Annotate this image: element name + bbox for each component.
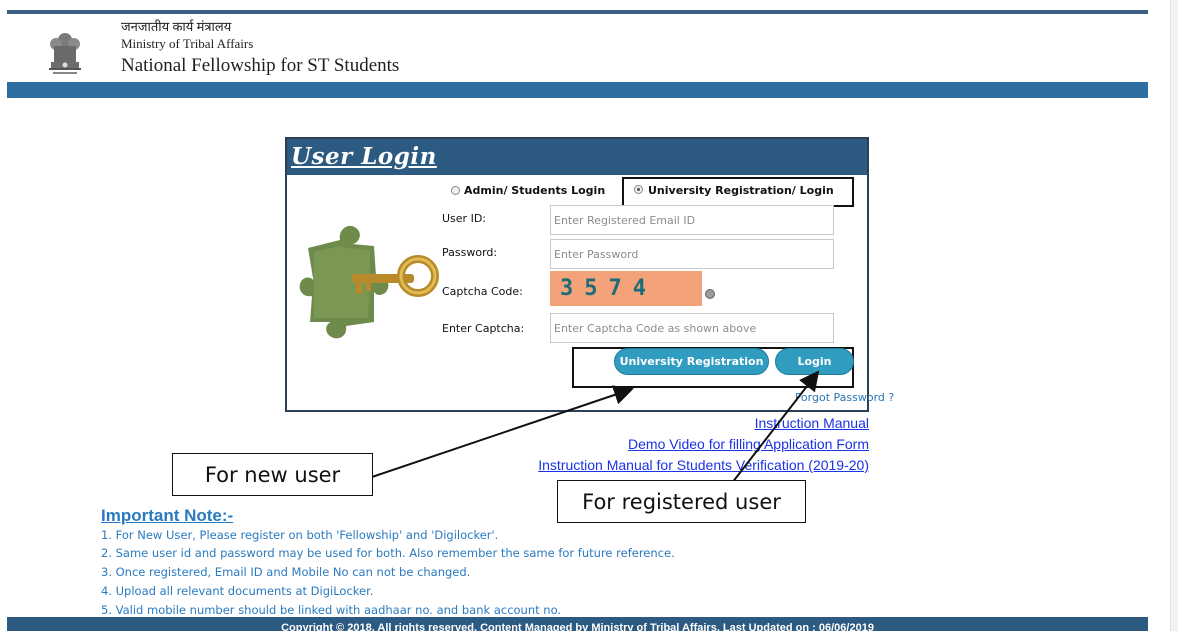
forgot-password-link[interactable]: Forgot Password ? — [795, 391, 894, 405]
new-user-callout: For new user — [172, 453, 373, 496]
password-input[interactable] — [550, 239, 834, 269]
registered-user-callout: For registered user — [557, 480, 806, 523]
login-button[interactable]: Login — [775, 348, 854, 375]
important-note-title: Important Note:- — [101, 506, 234, 525]
user-id-label: User ID: — [442, 212, 486, 225]
enter-captcha-label: Enter Captcha: — [442, 322, 525, 335]
radio-university-registration-label: University Registration/ Login — [648, 184, 834, 197]
portal-title: National Fellowship for ST Students — [121, 55, 400, 76]
national-emblem-icon — [45, 26, 85, 78]
puzzle-key-image — [290, 218, 440, 348]
radio-university-registration[interactable] — [634, 185, 643, 194]
user-id-input[interactable] — [550, 205, 834, 235]
note-item: 2. Same user id and password may be used… — [101, 546, 675, 560]
header-band — [7, 82, 1148, 98]
login-title: User Login — [291, 143, 437, 170]
note-item: 5. Valid mobile number should be linked … — [101, 603, 562, 617]
refresh-captcha-icon[interactable] — [705, 289, 715, 299]
university-registration-button[interactable]: University Registration — [614, 348, 769, 375]
password-label: Password: — [442, 246, 498, 259]
radio-admin-students-label: Admin/ Students Login — [464, 184, 606, 197]
scrollbar[interactable] — [1170, 0, 1178, 631]
captcha-input[interactable] — [550, 313, 834, 343]
radio-admin-students[interactable] — [451, 186, 460, 195]
captcha-code-label: Captcha Code: — [442, 285, 523, 298]
demo-video-link[interactable]: Demo Video for filling Application Form — [628, 436, 869, 452]
top-divider — [7, 10, 1148, 14]
ministry-hindi-title: जनजातीय कार्य मंत्रालय — [121, 19, 232, 34]
students-verification-manual-link[interactable]: Instruction Manual for Students Verifica… — [538, 457, 869, 473]
instruction-manual-link[interactable]: Instruction Manual — [755, 415, 869, 431]
ministry-name: Ministry of Tribal Affairs — [121, 36, 254, 51]
note-item: 3. Once registered, Email ID and Mobile … — [101, 565, 471, 579]
footer: Copyright © 2018. All rights reserved. C… — [7, 617, 1148, 631]
note-item: 1. For New User, Please register on both… — [101, 528, 499, 542]
note-item: 4. Upload all relevant documents at Digi… — [101, 584, 374, 598]
captcha-image: 3574 — [550, 271, 702, 306]
